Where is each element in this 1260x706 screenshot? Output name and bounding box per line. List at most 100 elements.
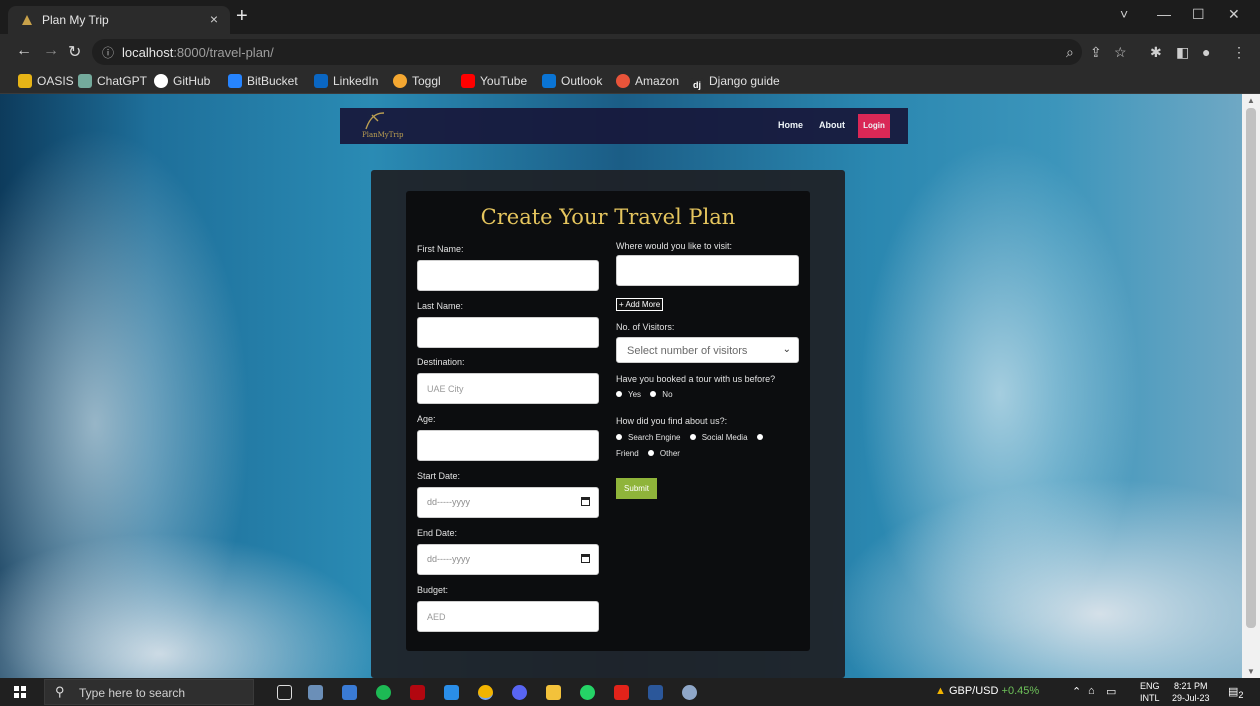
spotify-icon[interactable] [376,685,391,700]
bookmark-chatgpt[interactable]: ChatGPT [78,74,147,88]
vscode-icon[interactable] [444,685,459,700]
page-background: PlanMyTrip Home About Login Create Your … [0,94,1242,678]
bookmark-django[interactable]: dj Django guide [690,74,780,92]
radio-dot-icon [650,391,657,397]
amazon-icon [616,74,630,88]
profile-icon[interactable]: ● [1202,44,1210,60]
file-explorer-icon[interactable] [546,685,561,700]
scrollbar-thumb[interactable] [1246,108,1256,628]
booked-no-radio[interactable]: No [650,390,673,399]
visit-input[interactable] [616,255,799,286]
address-toolbar: ← → ↻ ⓘ localhost:8000/travel-plan/ ⌕ ⇪ … [0,34,1260,70]
bookmark-linkedin[interactable]: LinkedIn [314,74,378,88]
bookmark-amazon[interactable]: Amazon [616,74,679,88]
submit-button[interactable]: Submit [616,478,657,499]
discord-icon[interactable] [512,685,527,700]
age-input[interactable] [417,430,599,461]
taskbar-search-placeholder: Type here to search [79,686,186,700]
taskbar-search-box[interactable]: ⚲ Type here to search [44,679,254,705]
app-icon[interactable] [342,685,357,700]
find-search-engine-radio[interactable]: Search Engine [616,433,680,442]
add-more-button[interactable]: + Add More [616,298,664,311]
bookmark-github[interactable]: GitHub [154,74,210,88]
nav-about-link[interactable]: About [819,120,845,130]
stock-ticker[interactable]: ▲ GBP/USD +0.45% [935,685,1039,697]
tab-close-icon[interactable]: × [210,11,218,27]
netflix-icon[interactable] [410,685,425,700]
end-date-input[interactable]: dd-----yyyy [417,544,599,575]
youtube-icon [461,74,475,88]
destination-label: Destination: [417,357,465,367]
start-date-input[interactable]: dd-----yyyy [417,487,599,518]
site-info-icon[interactable]: ⓘ [102,44,114,61]
radio-dot-icon [689,434,696,440]
battery-icon[interactable]: ▭ [1106,685,1116,698]
bookmark-outlook[interactable]: Outlook [542,74,602,88]
side-panel-icon[interactable]: ◧ [1176,44,1189,61]
chrome-icon[interactable] [478,685,493,700]
find-friend-radio[interactable]: Friend [616,449,639,458]
menu-kebab-icon[interactable]: ⋮ [1232,44,1246,61]
find-friend-radio-dot[interactable] [756,434,763,440]
visitors-label: No. of Visitors: [616,322,675,332]
store-icon[interactable] [308,685,323,700]
budget-input[interactable] [417,601,599,632]
booked-radio-group: Yes No [616,390,680,399]
last-name-input[interactable] [417,317,599,348]
close-window-button[interactable]: ✕ [1228,6,1240,23]
windows-start-icon[interactable] [14,686,26,698]
task-view-icon[interactable] [277,685,292,700]
bookmark-oasis[interactable]: OASIS [18,74,74,88]
taskbar-clock[interactable]: 8:21 PM 29-Jul-23 [1172,680,1210,704]
word-icon[interactable] [648,685,663,700]
whatsapp-icon[interactable] [580,685,595,700]
oasis-icon [18,74,32,88]
visitors-select[interactable]: Select number of visitors ⌄ [616,337,799,363]
chevron-down-icon: ⌄ [782,344,791,355]
forward-arrow-icon[interactable]: → [43,42,59,60]
language-indicator[interactable]: ENG INTL [1140,680,1160,704]
scroll-down-arrow-icon[interactable]: ▼ [1247,667,1255,676]
maximize-button[interactable]: ☐ [1192,6,1205,23]
start-date-label: Start Date: [417,471,461,481]
network-icon[interactable]: ⌂ [1088,685,1095,697]
site-logo[interactable]: PlanMyTrip [362,111,412,141]
destination-input[interactable] [417,373,599,404]
browser-tab[interactable]: Plan My Trip × [8,6,230,34]
plane-logo-icon [365,112,385,130]
outlook-icon [542,74,556,88]
url-text: localhost:8000/travel-plan/ [122,45,274,60]
minimize-button[interactable]: — [1157,6,1171,22]
django-icon: dj [690,78,704,92]
back-arrow-icon[interactable]: ← [16,42,32,60]
reload-icon[interactable]: ↻ [68,42,81,62]
login-button[interactable]: Login [858,114,890,138]
first-name-input[interactable] [417,260,599,291]
url-bar[interactable]: ⓘ localhost:8000/travel-plan/ [92,39,1082,65]
new-tab-button[interactable]: + [236,5,248,28]
acrobat-icon[interactable] [614,685,629,700]
page-scrollbar[interactable]: ▲ ▼ [1242,94,1260,678]
nav-home-link[interactable]: Home [778,120,803,130]
extensions-icon[interactable]: ✱ [1150,44,1162,61]
tray-chevron-up-icon[interactable]: ⌃ [1072,685,1081,698]
radio-dot-icon [616,434,622,440]
booked-yes-radio[interactable]: Yes [616,390,641,399]
bookmark-toggl[interactable]: Toggl [393,74,441,88]
scroll-up-arrow-icon[interactable]: ▲ [1247,96,1255,105]
visit-label: Where would you like to visit: [616,241,733,251]
bookmark-star-icon[interactable]: ☆ [1114,44,1127,61]
bookmark-youtube[interactable]: YouTube [461,74,527,88]
find-other-radio[interactable]: Other [647,449,680,458]
calendar-icon[interactable] [581,497,590,506]
app-icon-2[interactable] [682,685,697,700]
find-social-media-radio[interactable]: Social Media [689,433,748,442]
chatgpt-icon [78,74,92,88]
site-logo-text: PlanMyTrip [362,131,404,139]
share-icon[interactable]: ⇪ [1090,44,1102,61]
tab-search-icon[interactable]: ˅ [1120,6,1128,22]
calendar-icon[interactable] [581,554,590,563]
bookmark-bitbucket[interactable]: BitBucket [228,74,298,88]
zoom-icon[interactable]: ⌕ [1066,44,1074,61]
notification-icon[interactable]: ▤2 [1228,685,1244,700]
